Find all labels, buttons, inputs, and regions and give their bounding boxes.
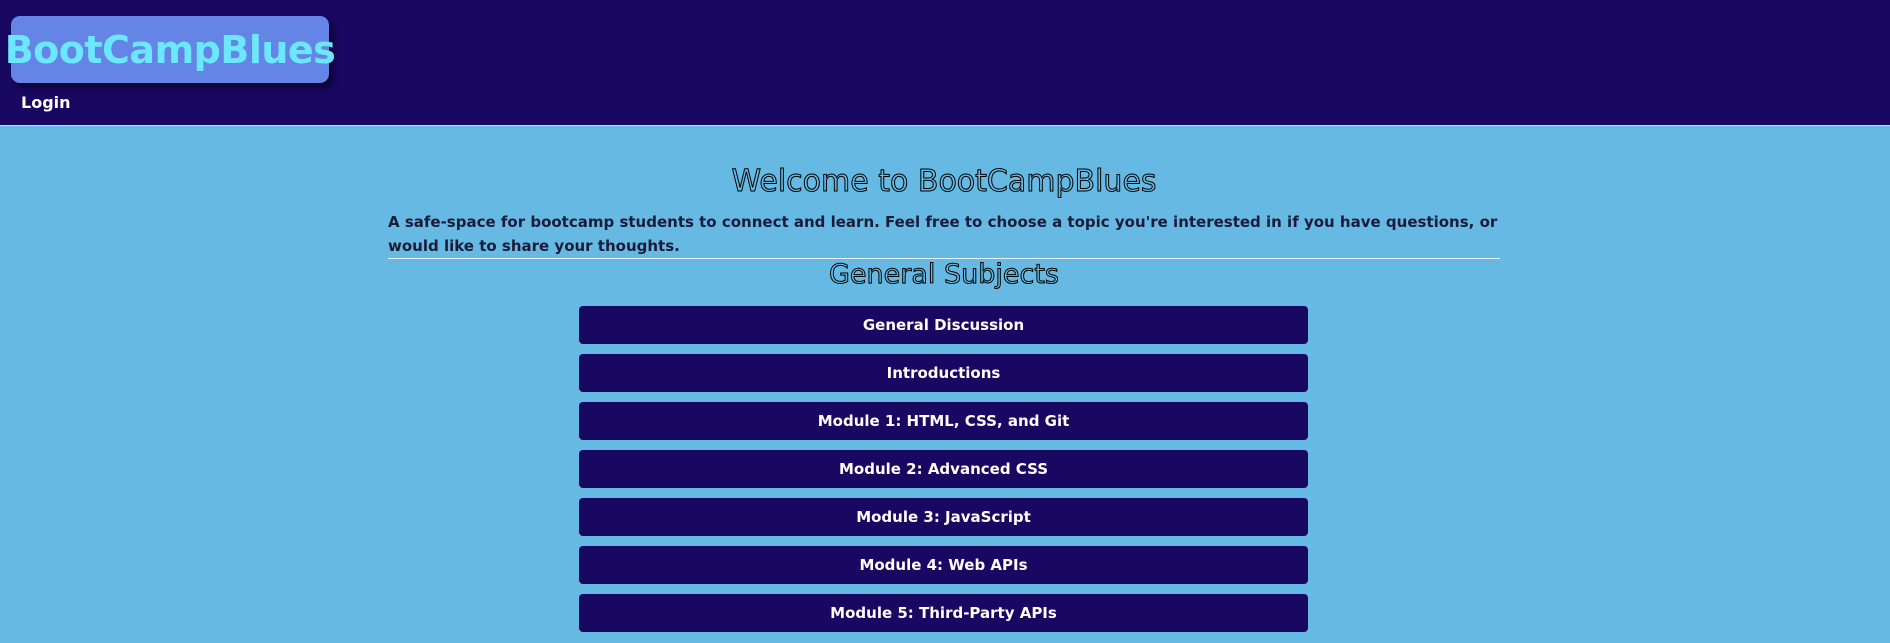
login-link[interactable]: Login: [21, 93, 71, 112]
topic-button-general-discussion[interactable]: General Discussion: [579, 306, 1308, 344]
site-logo[interactable]: BootCampBlues: [5, 16, 336, 83]
logo-text: BootCampBlues: [4, 27, 336, 72]
page-title: Welcome to BootCampBlues: [731, 164, 1157, 200]
subjects-heading: General Subjects: [829, 259, 1060, 291]
intro-text: A safe-space for bootcamp students to co…: [388, 213, 1498, 255]
site-header: BootCampBlues Login: [0, 0, 1890, 126]
topic-button-module-2[interactable]: Module 2: Advanced CSS: [579, 450, 1308, 488]
topic-button-module-1[interactable]: Module 1: HTML, CSS, and Git: [579, 402, 1308, 440]
topic-button-module-4[interactable]: Module 4: Web APIs: [579, 546, 1308, 584]
topic-button-introductions[interactable]: Introductions: [579, 354, 1308, 392]
topic-button-module-5[interactable]: Module 5: Third-Party APIs: [579, 594, 1308, 632]
topic-button-module-3[interactable]: Module 3: JavaScript: [579, 498, 1308, 536]
topic-list: General Discussion Introductions Module …: [579, 306, 1308, 642]
